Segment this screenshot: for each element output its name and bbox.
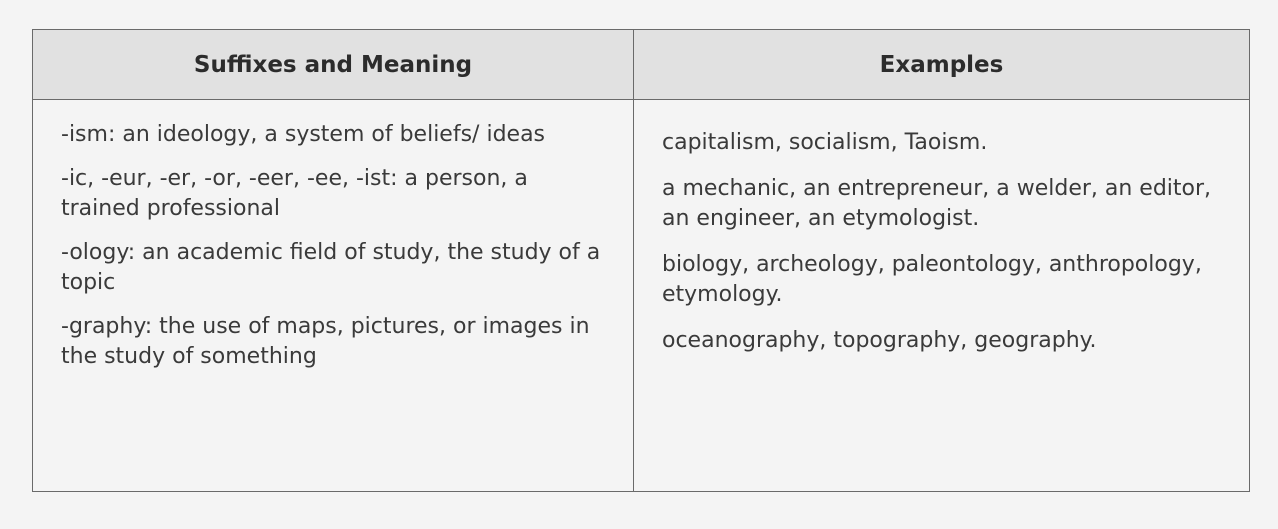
example-entry-person: a mechanic, an entrepreneur, a welder, a… (662, 176, 1212, 231)
header-suffixes-and-meaning: Suffixes and Meaning (193, 52, 473, 78)
example-entry-ism: capitalism, socialism, Taoism. (662, 130, 988, 155)
suffix-entry-graphy: -graphy: the use of maps, pictures, or i… (61, 314, 590, 369)
example-entry-graphy: oceanography, topography, geography. (662, 328, 1097, 353)
example-entry-ology: biology, archeology, paleontology, anthr… (662, 252, 1202, 307)
suffix-table: Suffixes and Meaning Examples -ism: an i… (32, 29, 1250, 492)
suffix-entry-ism: -ism: an ideology, a system of beliefs/ … (61, 122, 546, 147)
examples-column: capitalism, socialism, Taoism. a mechani… (662, 100, 1237, 372)
suffix-entry-person: -ic, -eur, -er, -or, -eer, -ee, -ist: a … (61, 166, 528, 221)
suffix-entry-ology: -ology: an academic field of study, the … (61, 240, 601, 295)
suffixes-column: -ism: an ideology, a system of beliefs/ … (61, 100, 606, 386)
header-examples: Examples (879, 52, 1004, 78)
